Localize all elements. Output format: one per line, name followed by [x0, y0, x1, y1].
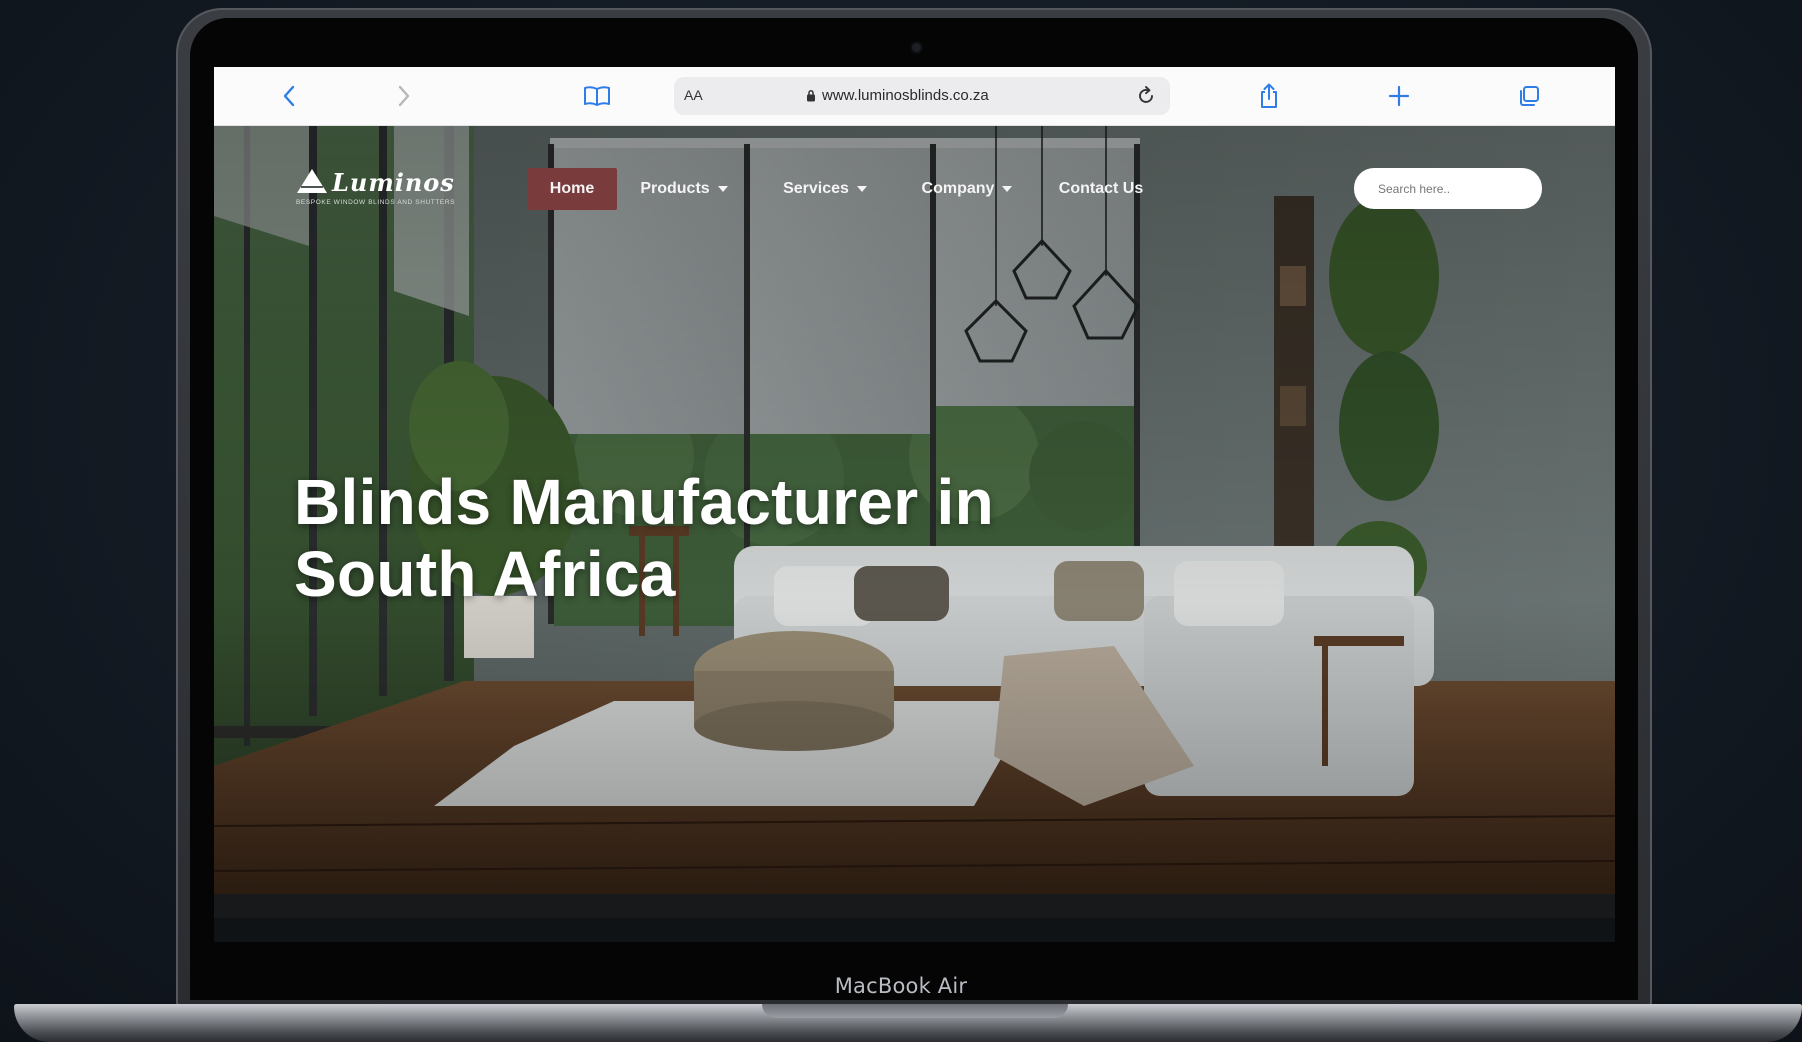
chevron-down-icon — [717, 186, 728, 192]
nav-products-label: Products — [640, 180, 710, 197]
logo-name: Luminos — [332, 168, 455, 197]
nav-products[interactable]: Products — [632, 168, 736, 210]
hero-title-line-1: Blinds Manufacturer in — [294, 466, 995, 538]
chevron-down-icon — [856, 186, 867, 192]
forward-icon[interactable] — [389, 81, 419, 111]
text-size-button[interactable]: AA — [684, 87, 703, 103]
device-label: MacBook Air — [834, 974, 968, 998]
logo-tagline: BESPOKE WINDOW BLINDS AND SHUTTERS — [296, 199, 456, 206]
hero-section: Luminos BESPOKE WINDOW BLINDS AND SHUTTE… — [214, 126, 1615, 918]
reload-icon[interactable] — [1136, 85, 1156, 112]
nav-company[interactable]: Company — [914, 168, 1020, 210]
browser-toolbar: AA www.luminosblinds.co.za — [214, 67, 1615, 126]
laptop-notch — [762, 1004, 1068, 1018]
address-bar[interactable]: AA www.luminosblinds.co.za — [674, 77, 1170, 115]
nav-contact-us[interactable]: Contact Us — [1056, 168, 1146, 210]
nav-services[interactable]: Services — [776, 168, 874, 210]
browser-window: AA www.luminosblinds.co.za Luminos BESPO… — [214, 67, 1615, 942]
tabs-icon[interactable] — [1514, 81, 1544, 111]
hero-bottom-strip — [214, 894, 1615, 918]
share-icon[interactable] — [1254, 81, 1284, 111]
camera-icon — [912, 43, 921, 52]
logo-mark-icon — [297, 169, 327, 193]
search-input[interactable] — [1354, 168, 1542, 209]
url-text: www.luminosblinds.co.za — [822, 87, 989, 104]
nav-contact-label: Contact Us — [1058, 180, 1144, 197]
nav-services-label: Services — [783, 180, 849, 197]
bookmarks-icon[interactable] — [582, 81, 612, 111]
back-icon[interactable] — [274, 81, 304, 111]
hero-title: Blinds Manufacturer in South Africa — [294, 466, 1014, 610]
chevron-down-icon — [1002, 186, 1013, 192]
nav-home-label: Home — [549, 180, 595, 197]
site-logo[interactable]: Luminos BESPOKE WINDOW BLINDS AND SHUTTE… — [296, 168, 466, 218]
hero-title-line-2: South Africa — [294, 538, 676, 610]
nav-company-label: Company — [921, 180, 995, 197]
lock-icon — [806, 89, 816, 107]
new-tab-icon[interactable] — [1384, 81, 1414, 111]
nav-home[interactable]: Home — [527, 168, 617, 210]
